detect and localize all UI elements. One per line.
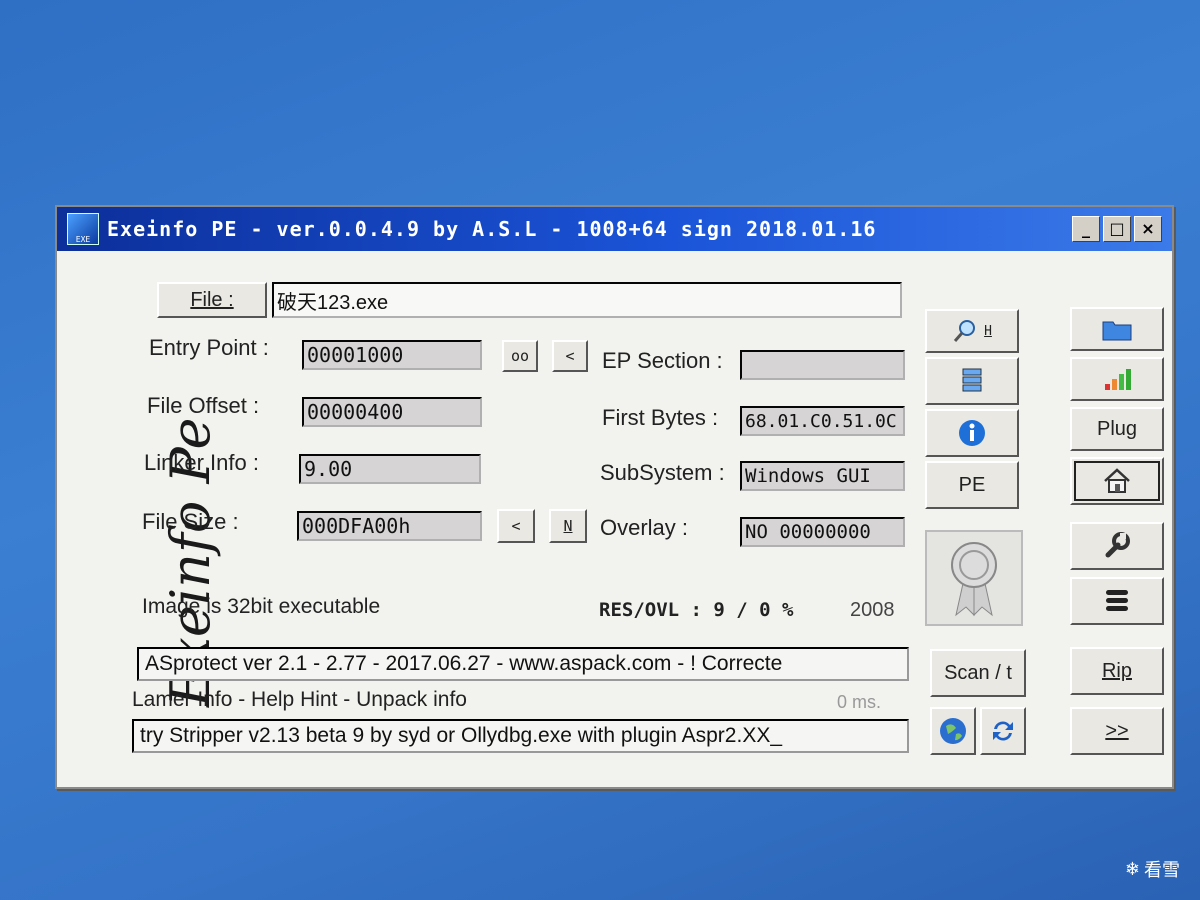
plug-button[interactable]: Plug xyxy=(1070,407,1164,451)
open-folder-button[interactable] xyxy=(1070,307,1164,351)
watermark: ❄ 看雪 xyxy=(1125,856,1180,882)
database-icon xyxy=(957,366,987,396)
tools-button[interactable] xyxy=(1070,522,1164,570)
file-size-lt-button[interactable]: < xyxy=(497,509,535,543)
folder-icon xyxy=(1101,316,1133,342)
watermark-text: 看雪 xyxy=(1144,860,1180,881)
first-bytes-field[interactable]: 68.01.C0.51.0C xyxy=(740,406,905,436)
web-button[interactable] xyxy=(930,707,976,755)
linker-info-label: Linker Info : xyxy=(144,450,259,475)
award-ribbon-icon[interactable] xyxy=(925,530,1023,626)
year-text: 2008 xyxy=(850,599,895,621)
bar-chart-icon xyxy=(1101,366,1133,392)
lamer-info-text: Lamer Info - Help Hint - Unpack info xyxy=(132,688,467,711)
oo-button[interactable]: oo xyxy=(502,340,538,372)
scan-button[interactable]: Scan / t xyxy=(930,649,1026,697)
entry-point-lt-button[interactable]: < xyxy=(552,340,588,372)
menu-button[interactable] xyxy=(1070,577,1164,625)
search-h-label: H xyxy=(984,323,992,339)
image-info-text: Image is 32bit executable xyxy=(142,595,381,618)
magnifier-icon xyxy=(952,318,980,344)
wrench-icon xyxy=(1102,531,1132,561)
window-title: Exeinfo PE - ver.0.0.4.9 by A.S.L - 1008… xyxy=(107,217,877,241)
info-icon xyxy=(957,418,987,448)
overlay-field[interactable]: NO 00000000 xyxy=(740,517,905,547)
pe-button[interactable]: PE xyxy=(925,461,1019,509)
home-icon xyxy=(1101,467,1133,495)
globe-icon xyxy=(938,716,968,746)
first-bytes-label: First Bytes : xyxy=(602,405,719,430)
file-button[interactable]: File : xyxy=(157,282,267,318)
file-offset-label: File Offset : xyxy=(147,393,260,418)
title-bar[interactable]: EXE Exeinfo PE - ver.0.0.4.9 by A.S.L - … xyxy=(57,207,1172,251)
stack-icon xyxy=(1102,587,1132,615)
timing-text: 0 ms. xyxy=(837,692,882,712)
hint-field[interactable]: try Stripper v2.13 beta 9 by syd or Olly… xyxy=(132,719,909,753)
res-ovl-text: RES/OVL : 9 / 0 % xyxy=(599,599,794,621)
app-icon: EXE xyxy=(67,213,99,245)
detection-result-field[interactable]: ASprotect ver 2.1 - 2.77 - 2017.06.27 - … xyxy=(137,647,909,681)
entry-point-field[interactable]: 00001000 xyxy=(302,340,482,370)
exeinfo-window: EXE Exeinfo PE - ver.0.0.4.9 by A.S.L - … xyxy=(55,205,1174,789)
close-button[interactable]: × xyxy=(1134,216,1162,242)
minimize-button[interactable]: _ xyxy=(1072,216,1100,242)
info-button[interactable] xyxy=(925,409,1019,457)
ep-section-label: EP Section : xyxy=(602,348,723,373)
stats-button[interactable] xyxy=(1070,357,1164,401)
subsystem-field[interactable]: Windows GUI xyxy=(740,461,905,491)
entry-point-label: Entry Point : xyxy=(149,335,269,360)
file-size-n-button[interactable]: N xyxy=(549,509,587,543)
file-offset-field[interactable]: 00000400 xyxy=(302,397,482,427)
maximize-button[interactable]: □ xyxy=(1103,216,1131,242)
overlay-label: Overlay : xyxy=(600,515,689,540)
search-button[interactable]: H xyxy=(925,309,1019,353)
home-button[interactable] xyxy=(1070,457,1164,505)
file-size-label: File Size : xyxy=(142,509,239,534)
more-button[interactable]: >> xyxy=(1070,707,1164,755)
refresh-icon xyxy=(989,717,1017,745)
file-button-label: File : xyxy=(190,288,234,311)
file-size-field[interactable]: 000DFA00h xyxy=(297,511,482,541)
window-controls: _ □ × xyxy=(1072,216,1162,242)
rip-button[interactable]: Rip xyxy=(1070,647,1164,695)
sections-button[interactable] xyxy=(925,357,1019,405)
linker-info-field[interactable]: 9.00 xyxy=(299,454,481,484)
file-path-field[interactable]: 破天123.exe xyxy=(272,282,902,318)
refresh-button[interactable] xyxy=(980,707,1026,755)
snowflake-icon: ❄ xyxy=(1124,858,1140,880)
subsystem-label: SubSystem : xyxy=(600,460,725,485)
ep-section-field[interactable] xyxy=(740,350,905,380)
